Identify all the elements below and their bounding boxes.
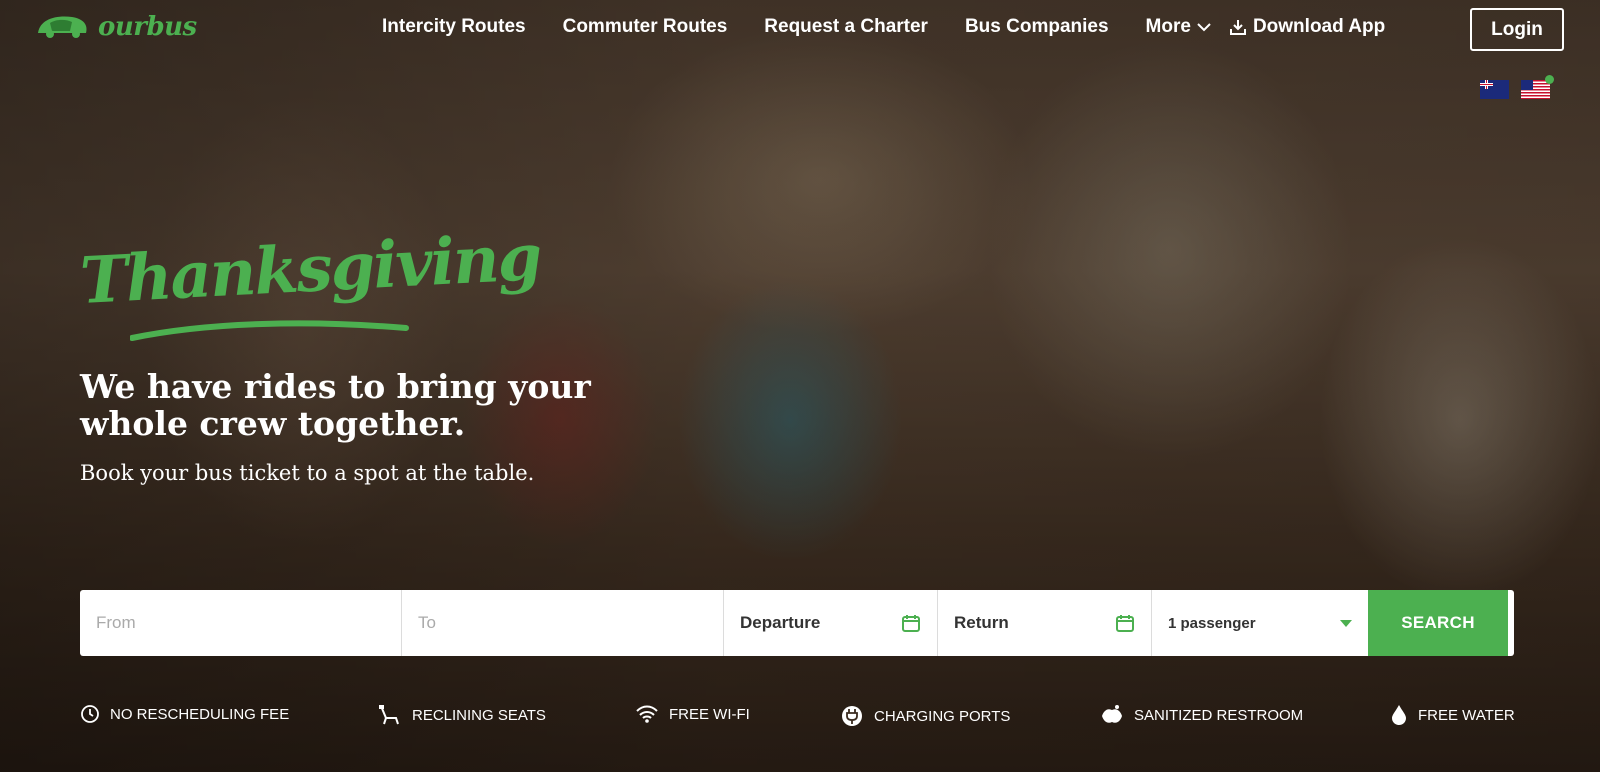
from-field	[80, 590, 402, 656]
calendar-icon	[1116, 615, 1134, 632]
download-icon	[1229, 20, 1246, 35]
amenity-label: NO RESCHEDULING FEE	[110, 705, 290, 723]
return-date-picker[interactable]: Return	[938, 590, 1152, 656]
water-drop-icon	[1392, 705, 1406, 725]
amenity-no-rescheduling-fee: NO RESCHEDULING FEE	[80, 704, 289, 724]
amenity-charging-ports: CHARGING PORTS	[840, 704, 1010, 728]
clock-icon	[81, 705, 99, 723]
bus-logo-icon	[38, 16, 87, 38]
nav-request-charter[interactable]: Request a Charter	[764, 16, 928, 38]
amenity-label: FREE WI-FI	[669, 705, 750, 723]
passenger-select[interactable]: 1 passenger	[1152, 590, 1368, 656]
amenity-label: RECLINING SEATS	[412, 706, 546, 724]
departure-label: Departure	[740, 613, 821, 632]
passenger-value: 1 passenger	[1168, 614, 1256, 632]
nav-commuter-routes[interactable]: Commuter Routes	[563, 16, 728, 38]
main-nav: Intercity Routes Commuter Routes Request…	[382, 16, 1385, 38]
hero-subheadline: Book your bus ticket to a spot at the ta…	[80, 461, 535, 485]
usa-flag-icon[interactable]	[1521, 75, 1554, 99]
nav-intercity-routes[interactable]: Intercity Routes	[382, 16, 526, 38]
site-header: ourbus Intercity Routes Commuter Routes …	[0, 0, 1600, 62]
calendar-icon	[902, 615, 920, 632]
brand-logo[interactable]: ourbus	[36, 12, 197, 42]
promo-swash-decoration	[130, 320, 409, 341]
amenity-label: SANITIZED RESTROOM	[1134, 706, 1304, 724]
amenities-bar: NO RESCHEDULING FEE RECLINING SEATS FREE…	[80, 704, 1520, 728]
locale-switcher	[1480, 75, 1554, 99]
caret-down-icon	[1340, 619, 1352, 627]
nav-more-dropdown[interactable]: More	[1146, 16, 1211, 38]
hero-headline: We have rides to bring your whole crew t…	[80, 367, 591, 443]
amenity-free-water: FREE WATER	[1390, 704, 1515, 726]
amenity-label: FREE WATER	[1418, 706, 1515, 724]
nav-more-label: More	[1145, 16, 1191, 37]
wifi-icon	[636, 705, 658, 723]
amenity-label: CHARGING PORTS	[874, 707, 1011, 725]
amenity-free-wifi: FREE WI-FI	[635, 704, 750, 724]
to-input[interactable]	[418, 613, 707, 633]
seat-icon	[379, 705, 399, 725]
download-app-label: Download App	[1252, 16, 1386, 37]
departure-date-picker[interactable]: Departure	[724, 590, 938, 656]
active-locale-indicator	[1545, 75, 1554, 84]
amenity-sanitized-restroom: SANITIZED RESTROOM	[1100, 704, 1303, 726]
download-app-link[interactable]: Download App	[1229, 16, 1385, 38]
brand-name: ourbus	[98, 12, 197, 42]
login-button[interactable]: Login	[1470, 8, 1564, 51]
australia-flag-icon[interactable]	[1480, 80, 1509, 99]
amenity-reclining-seats: RECLINING SEATS	[378, 704, 546, 726]
chevron-down-icon	[1197, 23, 1211, 32]
to-field	[402, 590, 724, 656]
trip-search-form: Departure Return 1 passenger SEARCH	[80, 590, 1514, 656]
nav-bus-companies[interactable]: Bus Companies	[965, 16, 1109, 38]
from-input[interactable]	[96, 613, 385, 633]
search-button[interactable]: SEARCH	[1368, 590, 1508, 656]
return-label: Return	[954, 613, 1009, 632]
hands-icon	[1102, 705, 1122, 723]
plug-icon	[842, 706, 862, 726]
